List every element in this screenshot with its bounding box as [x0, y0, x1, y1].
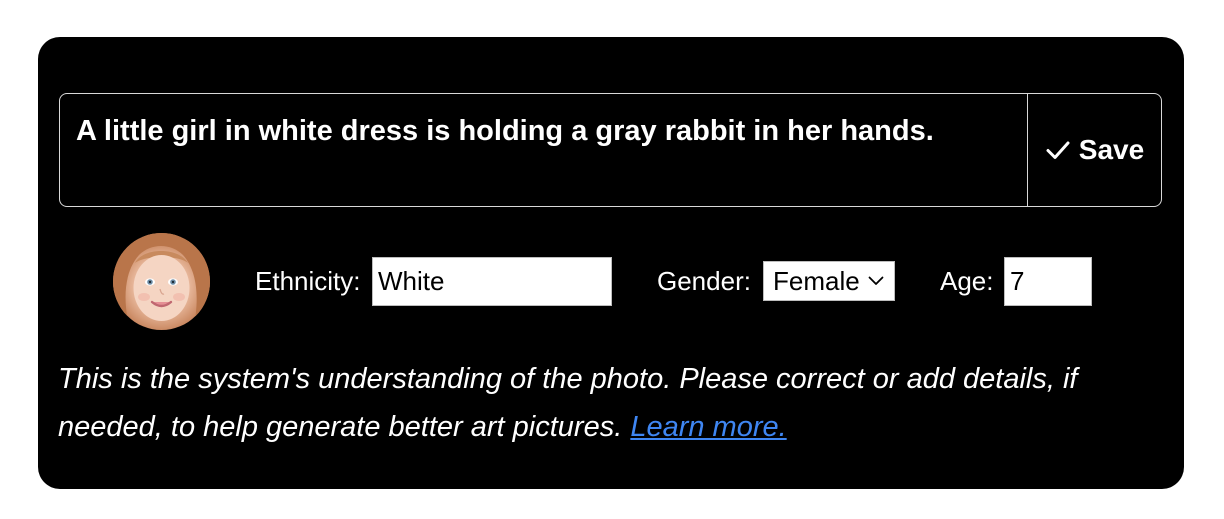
help-note: This is the system's understanding of th… [58, 355, 1158, 451]
chevron-down-icon [868, 276, 884, 286]
ethnicity-label: Ethnicity: [255, 266, 361, 296]
learn-more-link[interactable]: Learn more. [630, 411, 786, 443]
age-input[interactable] [1004, 257, 1092, 306]
gender-select[interactable]: Female [763, 261, 895, 301]
save-button[interactable]: Save [1027, 94, 1161, 206]
avatar [113, 233, 210, 330]
caption-editor: A little girl in white dress is holding … [59, 93, 1162, 207]
gender-label: Gender: [657, 266, 751, 296]
help-note-text: This is the system's understanding of th… [58, 363, 1078, 443]
save-button-label: Save [1078, 134, 1145, 165]
check-icon [1045, 139, 1071, 161]
age-label: Age: [940, 266, 994, 296]
ethnicity-input[interactable] [372, 257, 612, 306]
photo-description-panel: A little girl in white dress is holding … [38, 37, 1184, 489]
caption-text[interactable]: A little girl in white dress is holding … [76, 108, 976, 155]
gender-select-value: Female [773, 265, 860, 296]
